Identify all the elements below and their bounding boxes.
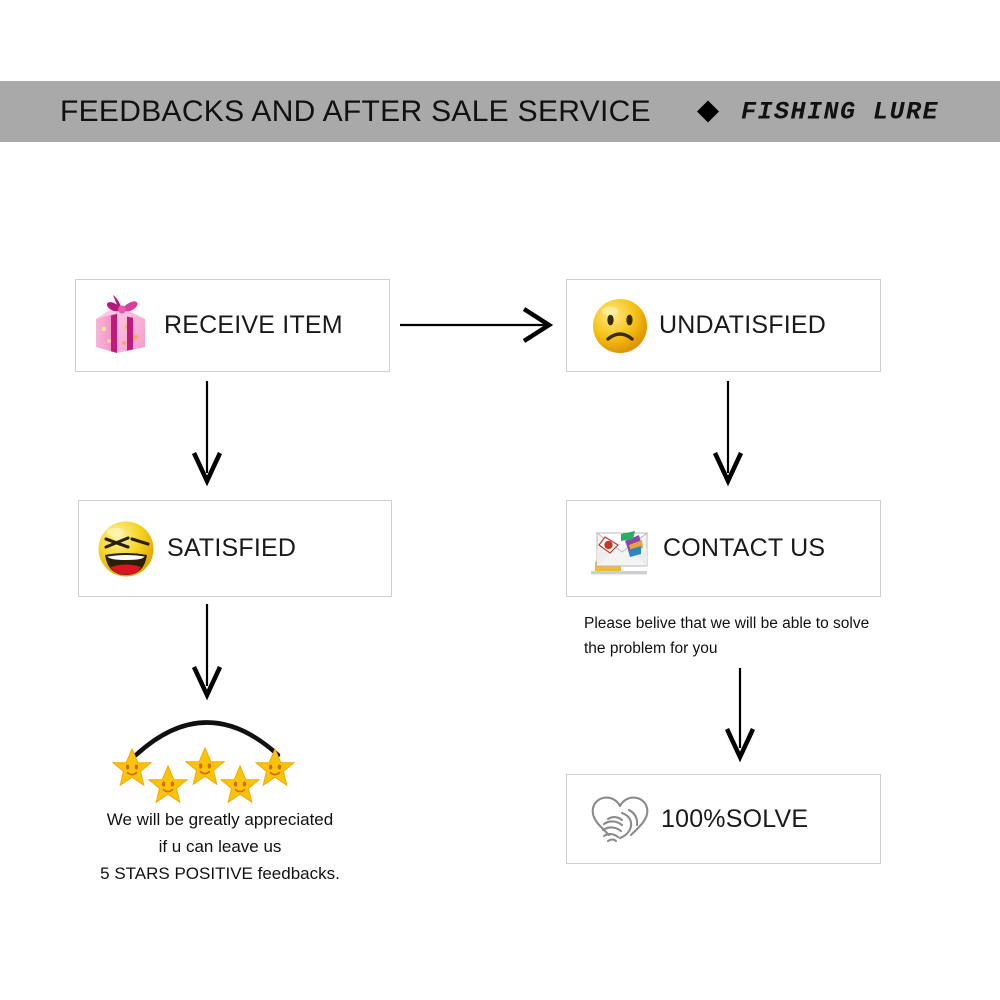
arrow-contact-to-solve	[724, 668, 756, 763]
envelope-icon	[581, 519, 663, 579]
star-1	[112, 748, 152, 787]
arrow-satisfied-to-stars	[191, 604, 223, 701]
flow-box-label: SATISFIED	[167, 534, 297, 562]
rating-stars	[112, 747, 295, 804]
sad-face-icon	[581, 295, 659, 357]
star-3	[185, 747, 225, 786]
gift-box-icon	[82, 291, 160, 361]
star-4	[220, 765, 260, 804]
flow-box-undatisfied[interactable]: UNDATISFIED	[566, 279, 881, 372]
arrow-undatisfied-to-contact	[712, 381, 744, 487]
contact-note-text: Please belive that we will be able to so…	[584, 615, 870, 657]
brand-block: FISHING LURE	[697, 97, 939, 126]
page-title: FEEDBACKS AND AFTER SALE SERVICE	[60, 94, 651, 128]
arrow-receive-to-satisfied	[191, 381, 223, 487]
flow-box-label: CONTACT US	[663, 534, 826, 562]
rating-note-text: We will be greatly appreciated if u can …	[100, 810, 340, 883]
star-arc-decoration	[133, 720, 281, 758]
flow-box-receive-item[interactable]: RECEIVE ITEM	[75, 279, 390, 372]
diamond-icon	[697, 90, 719, 123]
flow-box-contact-us[interactable]: CONTACT US	[566, 500, 881, 597]
arrow-receive-to-undatisfied	[400, 307, 554, 343]
flow-box-label: 100%SOLVE	[661, 804, 809, 833]
brand-label: FISHING LURE	[741, 97, 940, 126]
star-2	[148, 765, 188, 804]
flow-box-solve[interactable]: 100%SOLVE	[566, 774, 881, 864]
flow-box-satisfied[interactable]: SATISFIED	[78, 500, 392, 597]
laughing-face-icon	[87, 517, 165, 581]
flow-box-label: UNDATISFIED	[659, 311, 827, 339]
flow-box-label: RECEIVE ITEM	[164, 311, 343, 339]
handshake-heart-icon	[579, 786, 661, 852]
header-bar: FEEDBACKS AND AFTER SALE SERVICE FISHING…	[0, 81, 1000, 142]
star-5	[255, 748, 295, 787]
